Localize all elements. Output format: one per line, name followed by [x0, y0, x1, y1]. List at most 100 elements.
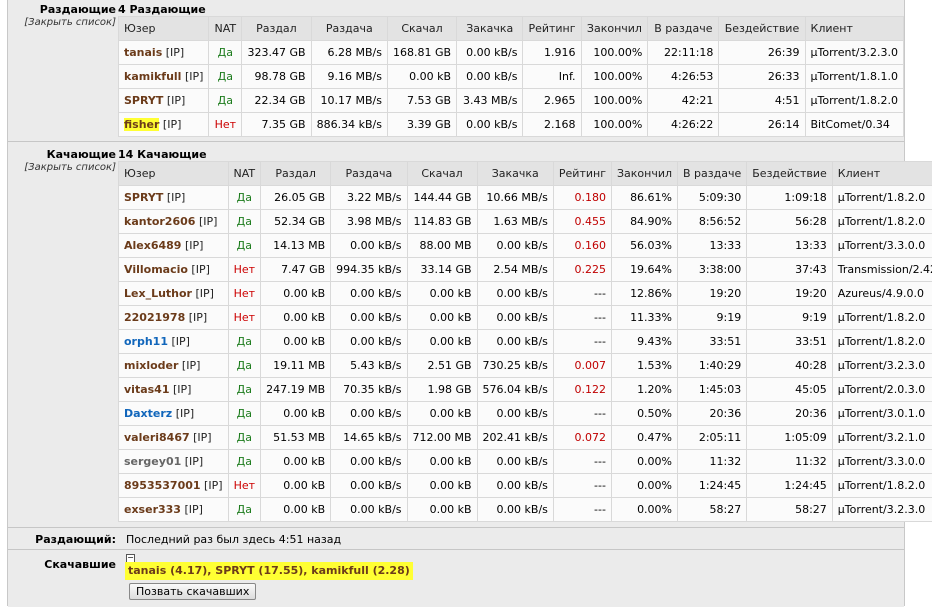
column-header[interactable]: В раздаче	[648, 17, 719, 41]
column-header[interactable]: Скачал	[387, 17, 456, 41]
ip-link[interactable]: [IP]	[173, 383, 191, 396]
call-downloaders-button[interactable]: Позвать скачавших	[129, 583, 256, 600]
nat-cell: Нет	[209, 113, 242, 137]
nat-cell: Да	[228, 354, 261, 378]
done-cell: 100.00%	[581, 65, 648, 89]
client-cell: µTorrent/2.0.3.0	[832, 378, 932, 402]
idle-cell: 40:28	[747, 354, 833, 378]
ip-link[interactable]: [IP]	[182, 359, 200, 372]
down-speed-cell: 576.04 kB/s	[477, 378, 553, 402]
column-header[interactable]: Бездействие	[747, 162, 833, 186]
client-cell: µTorrent/3.3.0.0	[832, 450, 932, 474]
up-cell: 14.13 MB	[261, 234, 331, 258]
user-link[interactable]: Villomacio	[124, 263, 188, 276]
ip-link[interactable]: [IP]	[166, 46, 184, 59]
user-link[interactable]: Daxterz	[124, 407, 172, 420]
down-cell: 712.00 MB	[407, 426, 477, 450]
column-header[interactable]: Раздача	[311, 17, 387, 41]
done-cell: 56.03%	[611, 234, 677, 258]
rating-cell: 2.965	[523, 89, 581, 113]
leechers-section: Качающие [Закрыть список] 14 Качающие Юз…	[8, 141, 904, 528]
down-speed-cell: 0.00 kB/s	[477, 498, 553, 522]
up-speed-cell: 0.00 kB/s	[331, 282, 407, 306]
user-link[interactable]: orph11	[124, 335, 168, 348]
ip-link[interactable]: [IP]	[176, 407, 194, 420]
ip-link[interactable]: [IP]	[167, 94, 185, 107]
user-cell: mixloder [IP]	[119, 354, 229, 378]
column-header[interactable]: Рейтинг	[523, 17, 581, 41]
up-cell: 0.00 kB	[261, 498, 331, 522]
ip-link[interactable]: [IP]	[191, 263, 209, 276]
client-cell: Transmission/2.42	[832, 258, 932, 282]
downloaded-list[interactable]: tanais (4.17), SPRYT (17.55), kamikfull …	[125, 562, 413, 580]
ip-link[interactable]: [IP]	[195, 287, 213, 300]
user-link[interactable]: kantor2606	[124, 215, 195, 228]
rating-cell: Inf.	[523, 65, 581, 89]
nat-cell: Нет	[228, 474, 261, 498]
user-link[interactable]: fisher	[124, 118, 159, 131]
down-cell: 1.98 GB	[407, 378, 477, 402]
down-cell: 168.81 GB	[387, 41, 456, 65]
user-link[interactable]: sergey01	[124, 455, 181, 468]
ip-link[interactable]: [IP]	[185, 70, 203, 83]
user-link[interactable]: valeri8467	[124, 431, 190, 444]
column-header[interactable]: В раздаче	[678, 162, 747, 186]
user-link[interactable]: 22021978	[124, 311, 185, 324]
ip-link[interactable]: [IP]	[193, 431, 211, 444]
ip-link[interactable]: [IP]	[199, 215, 217, 228]
column-header[interactable]: NAT	[209, 17, 242, 41]
user-link[interactable]: kamikfull	[124, 70, 181, 83]
column-header[interactable]: Клиент	[805, 17, 903, 41]
column-header[interactable]: Рейтинг	[553, 162, 611, 186]
ip-link[interactable]: [IP]	[167, 191, 185, 204]
nat-status: Да	[218, 46, 233, 59]
nat-cell: Да	[228, 450, 261, 474]
up-speed-cell: 5.43 kB/s	[331, 354, 407, 378]
column-header[interactable]: Закачка	[477, 162, 553, 186]
idle-cell: 19:20	[747, 282, 833, 306]
column-header[interactable]: Юзер	[119, 17, 209, 41]
column-header[interactable]: Закачка	[457, 17, 523, 41]
user-link[interactable]: Alex6489	[124, 239, 181, 252]
column-header[interactable]: Бездействие	[719, 17, 805, 41]
user-link[interactable]: tanais	[124, 46, 162, 59]
leechers-close-link[interactable]: [Закрыть список]	[24, 162, 116, 173]
column-header[interactable]: Юзер	[119, 162, 229, 186]
ip-link[interactable]: [IP]	[189, 311, 207, 324]
ip-link[interactable]: [IP]	[204, 479, 222, 492]
user-link[interactable]: SPRYT	[124, 191, 163, 204]
down-cell: 0.00 kB	[407, 282, 477, 306]
ip-link[interactable]: [IP]	[184, 503, 202, 516]
seeding-cell: 42:21	[648, 89, 719, 113]
column-header[interactable]: Скачал	[407, 162, 477, 186]
column-header[interactable]: Закончил	[611, 162, 677, 186]
rating-cell: 0.455	[553, 210, 611, 234]
client-cell: µTorrent/1.8.2.0	[832, 186, 932, 210]
seeders-close-link[interactable]: [Закрыть список]	[24, 17, 116, 28]
user-link[interactable]: mixloder	[124, 359, 178, 372]
user-cell: SPRYT [IP]	[119, 89, 209, 113]
idle-cell: 58:27	[747, 498, 833, 522]
user-link[interactable]: SPRYT	[124, 94, 163, 107]
column-header[interactable]: NAT	[228, 162, 261, 186]
column-header[interactable]: Раздача	[331, 162, 407, 186]
seeding-cell: 1:40:29	[678, 354, 747, 378]
downloaded-row: Скачавшие − tanais (4.17), SPRYT (17.55)…	[8, 549, 904, 607]
user-link[interactable]: 8953537001	[124, 479, 201, 492]
table-row: SPRYT [IP]Да22.34 GB10.17 MB/s7.53 GB3.4…	[119, 89, 904, 113]
column-header[interactable]: Раздал	[261, 162, 331, 186]
column-header[interactable]: Клиент	[832, 162, 932, 186]
ip-link[interactable]: [IP]	[185, 239, 203, 252]
column-header[interactable]: Закончил	[581, 17, 648, 41]
ip-link[interactable]: [IP]	[172, 335, 190, 348]
ip-link[interactable]: [IP]	[185, 455, 203, 468]
rating-cell: ---	[553, 306, 611, 330]
seeders-section: Раздающие [Закрыть список] 4 Раздающие Ю…	[8, 0, 904, 141]
user-link[interactable]: Lex_Luthor	[124, 287, 192, 300]
user-link[interactable]: vitas41	[124, 383, 169, 396]
rating-cell: ---	[553, 498, 611, 522]
idle-cell: 26:33	[719, 65, 805, 89]
user-link[interactable]: exser333	[124, 503, 181, 516]
column-header[interactable]: Раздал	[242, 17, 311, 41]
ip-link[interactable]: [IP]	[163, 118, 181, 131]
